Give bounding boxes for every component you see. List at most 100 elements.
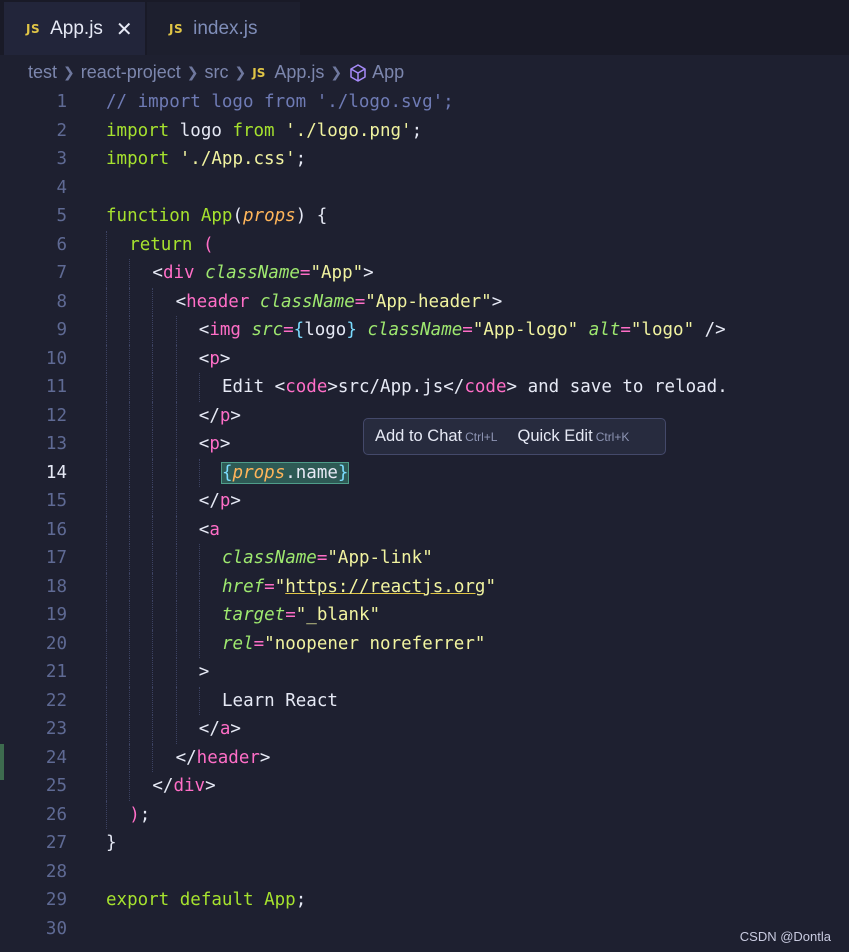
code-line[interactable]: 8 <header className="App-header"> <box>0 287 849 316</box>
code-line[interactable]: 24 </header> <box>0 743 849 772</box>
code-tokens: </div> <box>152 776 215 796</box>
code-line[interactable]: 3 import './App.css'; <box>0 145 849 174</box>
indent-guide <box>106 316 107 345</box>
line-number: 7 <box>56 263 67 283</box>
code-line[interactable]: 20 rel="noopener noreferrer" <box>0 629 849 659</box>
code-token: .name <box>285 462 338 483</box>
line-number: 20 <box>45 633 67 654</box>
line-number: 23 <box>45 719 67 739</box>
code-token: < <box>198 348 210 369</box>
line-number: 9 <box>56 320 67 340</box>
code-token: ; <box>295 890 307 910</box>
code-token: = <box>620 320 631 340</box>
code-text: </div> <box>152 772 215 801</box>
code-token: from <box>232 120 275 141</box>
indent-guide <box>175 629 177 658</box>
indent-guide <box>152 686 154 715</box>
indent-guide <box>198 686 200 715</box>
chevron-right-icon: ❯ <box>186 64 199 81</box>
code-line[interactable]: 30 <box>0 915 849 944</box>
code-line[interactable]: 29 export default App; <box>0 886 849 915</box>
tab-app-js[interactable]: JS App.js ✕ <box>4 2 145 55</box>
indent-guide <box>129 715 131 744</box>
code-line[interactable]: 7 <div className="App"> <box>0 259 849 288</box>
code-editor[interactable]: 1 // import logo from './logo.svg'; 2 impor… <box>0 88 849 952</box>
code-line[interactable]: 5 function App(props) { <box>0 202 849 231</box>
close-icon[interactable]: ✕ <box>116 17 133 41</box>
code-token: { <box>222 462 233 483</box>
indent-guide <box>198 601 200 630</box>
breadcrumb-item-src[interactable]: src <box>205 62 229 83</box>
indent-guide <box>175 686 177 715</box>
indent-guide <box>106 686 107 715</box>
code-line[interactable]: 1 // import logo from './logo.svg'; <box>0 88 849 117</box>
code-token: </ <box>152 776 174 796</box>
line-number: 14 <box>45 462 67 483</box>
line-number: 24 <box>45 747 67 768</box>
code-line[interactable]: 25 </div> <box>0 772 849 801</box>
code-token: = <box>462 320 473 340</box>
watermark: CSDN @Dontla <box>739 929 831 944</box>
code-token: < <box>198 320 210 340</box>
code-line[interactable]: 6 return ( <box>0 230 849 259</box>
code-line[interactable]: 10 <p> <box>0 344 849 373</box>
indent-guide <box>129 259 131 288</box>
indent-guide <box>175 487 177 516</box>
code-token: "App" <box>310 263 364 283</box>
cube-icon <box>350 63 366 82</box>
line-number: 17 <box>45 548 67 568</box>
breadcrumb-item-app-symbol[interactable]: App <box>372 62 404 83</box>
indent-guide <box>175 401 177 430</box>
code-line[interactable]: 4 <box>0 174 849 203</box>
code-line[interactable]: 2 import logo from './logo.png'; <box>0 117 849 146</box>
code-line[interactable]: 11 Edit <code>src/App.js</code> and save … <box>0 373 849 402</box>
code-token: "noopener noreferrer" <box>264 633 486 654</box>
line-number: 5 <box>56 206 67 226</box>
code-token: < <box>198 434 210 454</box>
code-text: } <box>106 829 117 858</box>
indent-guide <box>152 401 154 430</box>
code-line[interactable]: 27} <box>0 829 849 858</box>
code-line[interactable]: 22 Learn React <box>0 686 849 715</box>
indent-guide <box>152 743 154 772</box>
shortcut-label: Ctrl+K <box>595 430 630 444</box>
code-text: rel="noopener noreferrer" <box>222 630 485 659</box>
add-to-chat-button[interactable]: Add to Chat Ctrl+L <box>375 427 497 446</box>
tab-index-js[interactable]: JS index.js <box>147 2 300 55</box>
code-token: ) <box>129 804 140 825</box>
breadcrumb-item-react-project[interactable]: react-project <box>81 62 181 83</box>
tab-bar: JS App.js ✕ JS index.js <box>0 0 849 55</box>
indent-guide <box>152 658 154 687</box>
code-text: target="_blank" <box>222 601 380 630</box>
code-line[interactable]: 23 </a> <box>0 715 849 744</box>
indent-guide <box>106 544 107 573</box>
js-file-icon: JS <box>169 21 184 36</box>
indent-guide <box>175 316 177 345</box>
code-line[interactable]: 17 className="App-link" <box>0 544 849 573</box>
code-line[interactable]: 26); <box>0 800 849 829</box>
code-line[interactable]: 21 > <box>0 658 849 687</box>
code-line[interactable]: 28 <box>0 858 849 887</box>
line-number: 22 <box>45 690 67 711</box>
code-token: props <box>232 462 286 483</box>
quick-edit-label: Quick Edit <box>517 427 593 445</box>
code-token: = <box>264 576 275 597</box>
code-tokens: <p> <box>199 434 231 454</box>
quick-edit-button[interactable]: Quick Edit Ctrl+K <box>517 427 629 446</box>
code-line[interactable]: 16 <a <box>0 515 849 544</box>
code-text: </a> <box>199 715 241 744</box>
code-token: > <box>230 719 241 739</box>
chevron-right-icon: ❯ <box>234 64 247 81</box>
code-line[interactable]: 9 <img src={logo} className="App-logo" al… <box>0 316 849 345</box>
indent-guide <box>152 601 154 630</box>
code-token: './App.css' <box>179 149 296 169</box>
breadcrumb-item-app-js[interactable]: App.js <box>274 62 324 83</box>
breadcrumb-item-test[interactable]: test <box>28 62 57 83</box>
code-line[interactable]: 14 {props.name} <box>0 458 849 487</box>
code-token: = <box>299 263 311 283</box>
code-line[interactable]: 15 </p> <box>0 487 849 516</box>
code-line[interactable]: 19 target="_blank" <box>0 601 849 630</box>
code-line[interactable]: 18 href="https://reactjs.org" <box>0 572 849 601</box>
